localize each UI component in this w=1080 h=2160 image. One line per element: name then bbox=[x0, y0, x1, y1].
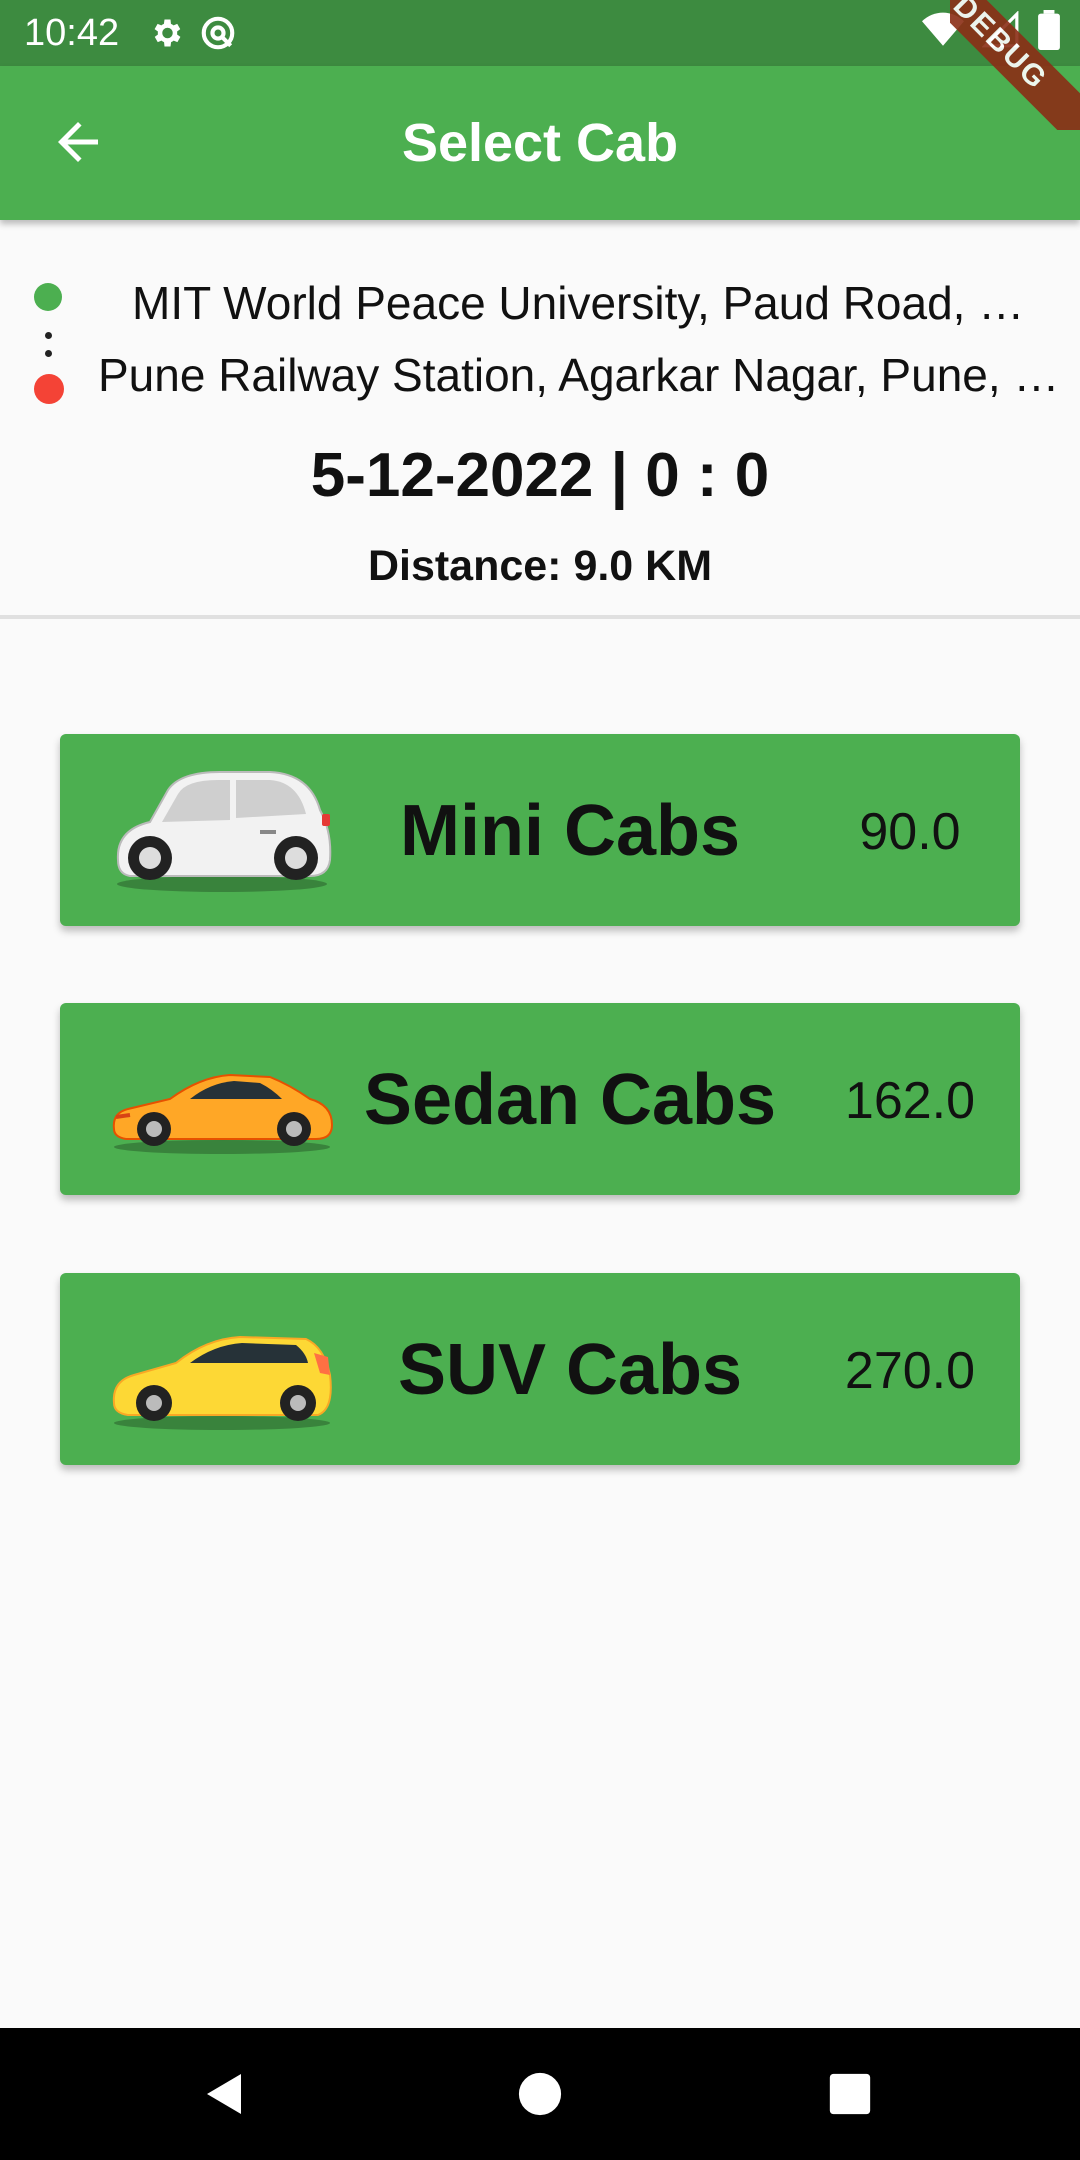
cab-option-sedan[interactable]: Sedan Cabs 162.0 bbox=[60, 1003, 1020, 1195]
divider bbox=[0, 615, 1080, 619]
status-bar: 10:42 bbox=[0, 0, 1080, 66]
cab-price: 162.0 bbox=[844, 1072, 976, 1130]
orange-sports-car-icon bbox=[110, 1029, 335, 1169]
debug-banner-label: DEBUG bbox=[950, 0, 1080, 130]
destination-dot-icon bbox=[34, 374, 64, 404]
cab-price: 270.0 bbox=[844, 1342, 976, 1400]
white-car-icon bbox=[110, 760, 335, 900]
cab-name: Mini Cabs bbox=[399, 791, 741, 871]
system-nav-bar bbox=[0, 2028, 1080, 2160]
recents-square-icon[interactable] bbox=[820, 2064, 880, 2124]
page-title: Select Cab bbox=[401, 113, 679, 173]
origin-address: MIT World Peace University, Paud Road, K… bbox=[132, 277, 1052, 329]
trip-datetime: 5-12-2022 | 0 : 0 bbox=[310, 441, 770, 510]
cab-option-mini[interactable]: Mini Cabs 90.0 bbox=[60, 734, 1020, 926]
debug-banner: DEBUG bbox=[950, 0, 1080, 130]
route-dot-icon bbox=[45, 350, 52, 357]
route-dot-icon bbox=[45, 332, 52, 339]
status-time: 10:42 bbox=[24, 11, 120, 54]
app-bar: Select Cab bbox=[0, 66, 1080, 220]
cab-name: Sedan Cabs bbox=[363, 1060, 777, 1140]
sync-icon bbox=[199, 14, 237, 52]
cab-price: 90.0 bbox=[859, 803, 961, 861]
back-triangle-icon[interactable] bbox=[195, 2064, 255, 2124]
cab-option-suv[interactable]: SUV Cabs 270.0 bbox=[60, 1273, 1020, 1465]
settings-icon bbox=[147, 14, 185, 52]
trip-distance: Distance: 9.0 KM bbox=[367, 542, 713, 590]
yellow-hatchback-icon bbox=[110, 1299, 335, 1439]
cab-name: SUV Cabs bbox=[397, 1330, 743, 1410]
destination-address: Pune Railway Station, Agarkar Nagar, Pun… bbox=[98, 349, 1073, 401]
origin-dot-icon bbox=[34, 283, 62, 311]
home-circle-icon[interactable] bbox=[510, 2064, 570, 2124]
